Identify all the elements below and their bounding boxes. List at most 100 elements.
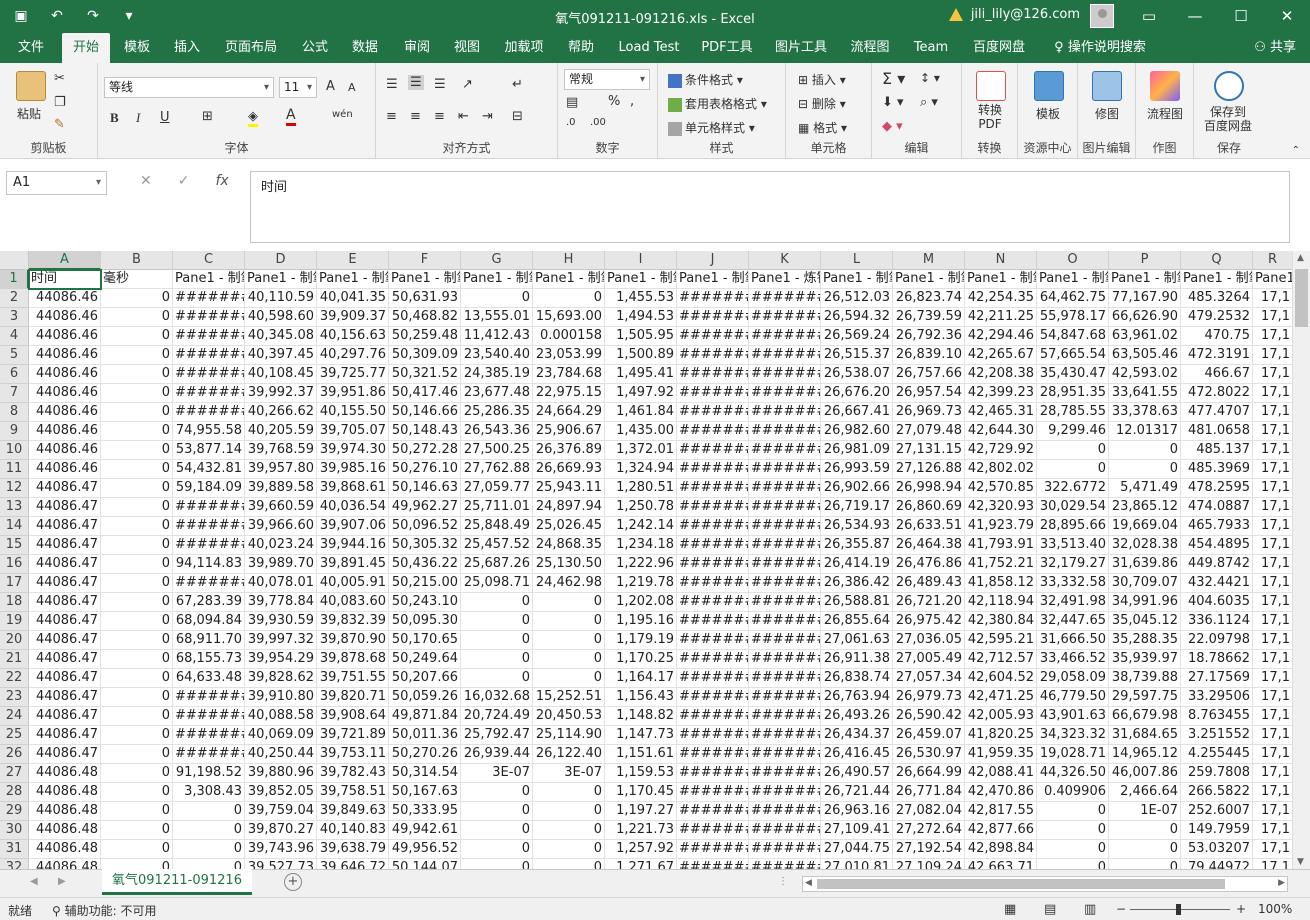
data-cell[interactable]: 24,385.19 [461, 365, 533, 384]
scroll-down-icon[interactable]: ▼ [1297, 857, 1304, 867]
data-cell[interactable]: 42,595.21 [965, 631, 1037, 650]
data-cell[interactable]: 31,684.65 [1109, 726, 1181, 745]
row-header[interactable]: 21 [0, 650, 29, 669]
data-cell[interactable]: 25,687.26 [461, 555, 533, 574]
data-cell[interactable]: 44086.46 [29, 384, 101, 403]
name-box[interactable]: A1 [6, 171, 107, 195]
formula-input[interactable]: 时间 [250, 171, 1290, 243]
data-cell[interactable]: 17,1 [1253, 802, 1292, 821]
data-cell[interactable]: 16,032.68 [461, 688, 533, 707]
align-middle-icon[interactable]: ☰ [408, 75, 424, 90]
insert-function-button[interactable]: fx [215, 173, 228, 189]
data-cell[interactable]: 17,1 [1253, 859, 1292, 869]
data-cell[interactable]: 27,126.88 [893, 460, 965, 479]
data-cell[interactable]: 0.409906 [1037, 783, 1109, 802]
header-cell[interactable]: Pane1 - 制氧 [1181, 270, 1253, 289]
data-cell[interactable]: 26,667.41 [821, 403, 893, 422]
data-cell[interactable]: 0 [101, 422, 173, 441]
data-cell[interactable]: 17,1 [1253, 745, 1292, 764]
data-cell[interactable]: ####### [677, 498, 749, 517]
data-cell[interactable]: 50,270.26 [389, 745, 461, 764]
data-cell[interactable]: 0 [101, 536, 173, 555]
data-cell[interactable]: 24,664.29 [533, 403, 605, 422]
data-cell[interactable]: 17,1 [1253, 460, 1292, 479]
data-cell[interactable]: 39,646.72 [317, 859, 389, 869]
data-cell[interactable]: 74,955.58 [173, 422, 245, 441]
data-cell[interactable]: 26,664.99 [893, 764, 965, 783]
data-cell[interactable]: 0 [101, 308, 173, 327]
data-cell[interactable]: 26,739.59 [893, 308, 965, 327]
data-cell[interactable]: 1,179.19 [605, 631, 677, 650]
data-cell[interactable]: 1,147.73 [605, 726, 677, 745]
data-cell[interactable]: 42,211.25 [965, 308, 1037, 327]
data-cell[interactable]: 1E-07 [1109, 802, 1181, 821]
header-cell[interactable]: Pane1 - 制氧 [461, 270, 533, 289]
header-cell[interactable]: Pane1 - 制氧 [1037, 270, 1109, 289]
row-header[interactable]: 31 [0, 840, 29, 859]
data-cell[interactable]: 27,059.77 [461, 479, 533, 498]
data-cell[interactable]: 26,476.86 [893, 555, 965, 574]
tab-data[interactable]: 数据 [342, 33, 388, 63]
data-cell[interactable]: ####### [173, 327, 245, 346]
grow-font-button[interactable]: A [326, 79, 335, 94]
data-cell[interactable]: 40,205.59 [245, 422, 317, 441]
data-cell[interactable]: 1,455.53 [605, 289, 677, 308]
data-cell[interactable]: ####### [749, 821, 821, 840]
data-cell[interactable]: ####### [749, 726, 821, 745]
data-cell[interactable]: 28,895.66 [1037, 517, 1109, 536]
tab-help[interactable]: 帮助 [558, 33, 604, 63]
data-cell[interactable]: 0 [461, 289, 533, 308]
data-cell[interactable]: 32,447.65 [1037, 612, 1109, 631]
align-bottom-icon[interactable]: ☰ [434, 77, 446, 92]
data-cell[interactable]: 27,500.25 [461, 441, 533, 460]
data-cell[interactable]: 26,763.94 [821, 688, 893, 707]
data-cell[interactable]: 17,1 [1253, 384, 1292, 403]
data-cell[interactable]: 17,1 [1253, 403, 1292, 422]
data-cell[interactable]: 26,590.42 [893, 707, 965, 726]
data-cell[interactable]: 44086.47 [29, 612, 101, 631]
data-cell[interactable]: 40,078.01 [245, 574, 317, 593]
horizontal-scrollbar[interactable]: ◀ ▶ [802, 876, 1288, 892]
data-cell[interactable]: 30,709.07 [1109, 574, 1181, 593]
column-header[interactable]: D [245, 251, 317, 270]
column-header[interactable]: O [1037, 251, 1109, 270]
data-cell[interactable]: 26,122.40 [533, 745, 605, 764]
data-cell[interactable]: 25,114.90 [533, 726, 605, 745]
data-cell[interactable]: 17,1 [1253, 555, 1292, 574]
data-cell[interactable]: 50,243.10 [389, 593, 461, 612]
data-cell[interactable]: 1,219.78 [605, 574, 677, 593]
data-cell[interactable]: ####### [173, 289, 245, 308]
header-cell[interactable]: Pane1 - 制氧 [245, 270, 317, 289]
data-cell[interactable]: 26,543.36 [461, 422, 533, 441]
data-cell[interactable]: 41,959.35 [965, 745, 1037, 764]
data-cell[interactable]: 27,005.49 [893, 650, 965, 669]
data-cell[interactable]: ####### [173, 517, 245, 536]
data-cell[interactable]: 0 [533, 840, 605, 859]
data-cell[interactable]: 0 [101, 517, 173, 536]
data-cell[interactable]: 481.0658 [1181, 422, 1253, 441]
header-cell[interactable]: Pane1 - 炼钢 [749, 270, 821, 289]
close-button[interactable]: ✕ [1264, 0, 1310, 33]
data-cell[interactable]: 39,778.84 [245, 593, 317, 612]
data-cell[interactable]: 42,380.84 [965, 612, 1037, 631]
column-header[interactable]: Q [1181, 251, 1253, 270]
data-cell[interactable]: 40,041.35 [317, 289, 389, 308]
data-cell[interactable]: 1,159.53 [605, 764, 677, 783]
data-cell[interactable]: 40,598.60 [245, 308, 317, 327]
tab-home[interactable]: 开始 [62, 33, 110, 63]
data-cell[interactable]: ####### [749, 688, 821, 707]
currency-icon[interactable]: ▤ [566, 95, 578, 110]
data-cell[interactable]: 42,294.46 [965, 327, 1037, 346]
data-cell[interactable]: 44086.48 [29, 783, 101, 802]
data-cell[interactable]: 0 [533, 821, 605, 840]
data-cell[interactable]: 266.5822 [1181, 783, 1253, 802]
data-cell[interactable]: 479.2532 [1181, 308, 1253, 327]
data-cell[interactable]: 27,010.81 [821, 859, 893, 869]
row-header[interactable]: 3 [0, 308, 29, 327]
data-cell[interactable]: 14,965.12 [1109, 745, 1181, 764]
data-cell[interactable]: ####### [173, 384, 245, 403]
data-cell[interactable]: 39,889.58 [245, 479, 317, 498]
data-cell[interactable]: 26,676.20 [821, 384, 893, 403]
data-cell[interactable]: 50,314.54 [389, 764, 461, 783]
data-cell[interactable]: 42,877.66 [965, 821, 1037, 840]
